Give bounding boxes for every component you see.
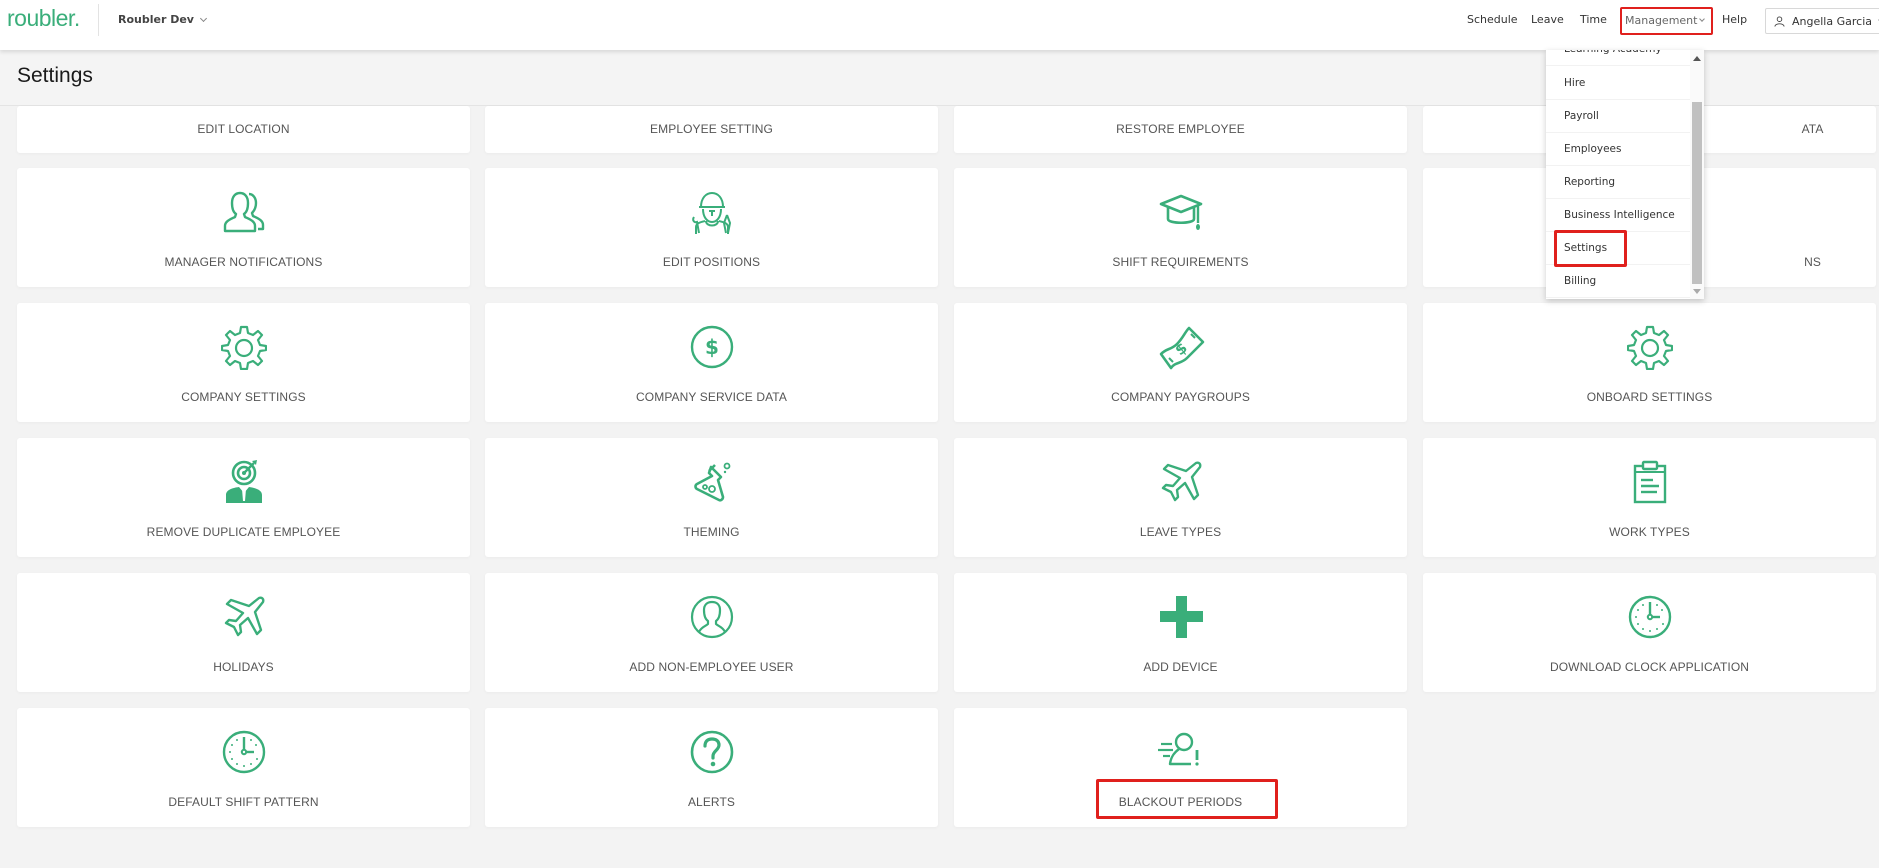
- card-label: MANAGER NOTIFICATIONS: [164, 255, 323, 269]
- menu-item-reporting[interactable]: Reporting: [1546, 166, 1690, 199]
- card-label: WORK TYPES: [1609, 525, 1690, 539]
- card-label: ONBOARD SETTINGS: [1586, 390, 1713, 404]
- clock-icon: [220, 728, 268, 776]
- highlight-box: [1096, 779, 1278, 819]
- scrollbar-thumb[interactable]: [1692, 102, 1702, 284]
- card-label: COMPANY SERVICE DATA: [636, 390, 787, 404]
- settings-card-edit-positions[interactable]: EDIT POSITIONS: [485, 168, 938, 287]
- scroll-down-arrow-icon[interactable]: [1693, 289, 1701, 294]
- settings-card-default-shift-pattern[interactable]: DEFAULT SHIFT PATTERN: [17, 708, 470, 827]
- menu-item-billing[interactable]: Billing: [1546, 265, 1690, 298]
- nav-management[interactable]: Management: [1620, 7, 1713, 35]
- airplane-icon: [1157, 458, 1205, 506]
- settings-card-holidays[interactable]: HOLIDAYS: [17, 573, 470, 692]
- graduation-cap-icon: [1157, 188, 1205, 236]
- clipboard-icon: [1626, 458, 1674, 506]
- chevron-down-icon: [199, 14, 208, 22]
- organization-name: Roubler Dev: [118, 13, 194, 26]
- dropdown-scrollbar[interactable]: [1690, 50, 1704, 299]
- card-label: COMPANY PAYGROUPS: [1111, 390, 1250, 404]
- card-label: DOWNLOAD CLOCK APPLICATION: [1549, 660, 1750, 674]
- card-label: LEAVE TYPES: [1139, 525, 1222, 539]
- menu-item-business-intelligence[interactable]: Business Intelligence: [1546, 199, 1690, 232]
- user-icon: [1774, 15, 1785, 27]
- user-circle-icon: [688, 593, 736, 641]
- chevron-down-icon: [1699, 16, 1706, 22]
- clock-icon: [1626, 593, 1674, 641]
- card-label: HOLIDAYS: [213, 660, 274, 674]
- nav-leave[interactable]: Leave: [1531, 13, 1564, 26]
- gear-icon: [1626, 323, 1674, 371]
- flask-icon: [688, 458, 736, 506]
- card-label: SHIFT REQUIREMENTS: [1112, 255, 1249, 269]
- svg-text:$: $: [705, 335, 719, 359]
- target-person-icon: [220, 458, 268, 506]
- user-alert-icon: [1157, 728, 1205, 776]
- settings-card-add-non-employee-user[interactable]: ADD NON-EMPLOYEE USER: [485, 573, 938, 692]
- highlight-box: [1554, 230, 1627, 267]
- menu-item-learning-academy[interactable]: Learning Academy: [1546, 50, 1690, 66]
- card-label: ADD NON-EMPLOYEE USER: [629, 660, 794, 674]
- settings-card-shift-requirements[interactable]: SHIFT REQUIREMENTS: [954, 168, 1407, 287]
- header-divider: [98, 4, 99, 36]
- settings-card-download-clock-application[interactable]: DOWNLOAD CLOCK APPLICATION: [1423, 573, 1876, 692]
- card-label: EDIT POSITIONS: [662, 255, 761, 269]
- menu-item-hire[interactable]: Hire: [1546, 67, 1690, 100]
- dollar-circle-icon: $: [688, 323, 736, 371]
- settings-card-alerts[interactable]: ALERTS: [485, 708, 938, 827]
- settings-card-remove-duplicate-employee[interactable]: REMOVE DUPLICATE EMPLOYEE: [17, 438, 470, 557]
- question-circle-icon: [688, 728, 736, 776]
- settings-card-company-settings[interactable]: COMPANY SETTINGS: [17, 303, 470, 422]
- card-label: COMPANY SETTINGS: [181, 390, 306, 404]
- card-label: ADD DEVICE: [1143, 660, 1218, 674]
- scroll-up-arrow-icon[interactable]: [1693, 56, 1701, 61]
- settings-card-theming[interactable]: THEMING: [485, 438, 938, 557]
- airplane-icon: [220, 593, 268, 641]
- card-label: THEMING: [683, 525, 740, 539]
- organization-selector[interactable]: Roubler Dev: [118, 13, 208, 26]
- settings-card-employee-setting[interactable]: EMPLOYEE SETTING: [485, 106, 938, 153]
- card-label: EDIT LOCATION: [197, 122, 290, 136]
- card-label: EMPLOYEE SETTING: [650, 122, 773, 136]
- menu-item-employees[interactable]: Employees: [1546, 133, 1690, 166]
- settings-card-work-types[interactable]: WORK TYPES: [1423, 438, 1876, 557]
- settings-card-leave-types[interactable]: LEAVE TYPES: [954, 438, 1407, 557]
- page-title: Settings: [17, 64, 93, 87]
- roubler-logo[interactable]: roubler.: [7, 5, 80, 32]
- settings-card-restore-employee[interactable]: RESTORE EMPLOYEE: [954, 106, 1407, 153]
- card-label: RESTORE EMPLOYEE: [1116, 122, 1245, 136]
- settings-card-blackout-periods[interactable]: BLACKOUT PERIODS: [954, 708, 1407, 827]
- nav-schedule[interactable]: Schedule: [1467, 13, 1518, 26]
- settings-card-edit-location[interactable]: EDIT LOCATION: [17, 106, 470, 153]
- money-bill-icon: $: [1157, 323, 1205, 371]
- settings-card-add-device[interactable]: ADD DEVICE: [954, 573, 1407, 692]
- plus-icon: [1157, 593, 1205, 641]
- nav-management-label: Management: [1625, 14, 1698, 27]
- settings-card-company-paygroups[interactable]: $ COMPANY PAYGROUPS: [954, 303, 1407, 422]
- nav-time[interactable]: Time: [1580, 13, 1607, 26]
- top-navigation-bar: roubler. Roubler Dev Schedule Leave Time…: [0, 0, 1879, 50]
- settings-card-company-service-data[interactable]: $ COMPANY SERVICE DATA: [485, 303, 938, 422]
- user-menu-button[interactable]: Angella Garcia: [1765, 8, 1879, 34]
- users-icon: [220, 188, 268, 236]
- nav-help[interactable]: Help: [1722, 13, 1747, 26]
- menu-item-payroll[interactable]: Payroll: [1546, 100, 1690, 133]
- worker-icon: [688, 188, 736, 236]
- settings-card-onboard-settings[interactable]: ONBOARD SETTINGS: [1423, 303, 1876, 422]
- gear-icon: [220, 323, 268, 371]
- card-label: ALERTS: [687, 795, 736, 809]
- settings-card-manager-notifications[interactable]: MANAGER NOTIFICATIONS: [17, 168, 470, 287]
- management-dropdown-menu: Learning Academy Hire Payroll Employees …: [1546, 50, 1704, 299]
- card-label: REMOVE DUPLICATE EMPLOYEE: [146, 525, 341, 539]
- card-label: DEFAULT SHIFT PATTERN: [168, 795, 319, 809]
- user-name: Angella Garcia: [1792, 14, 1872, 28]
